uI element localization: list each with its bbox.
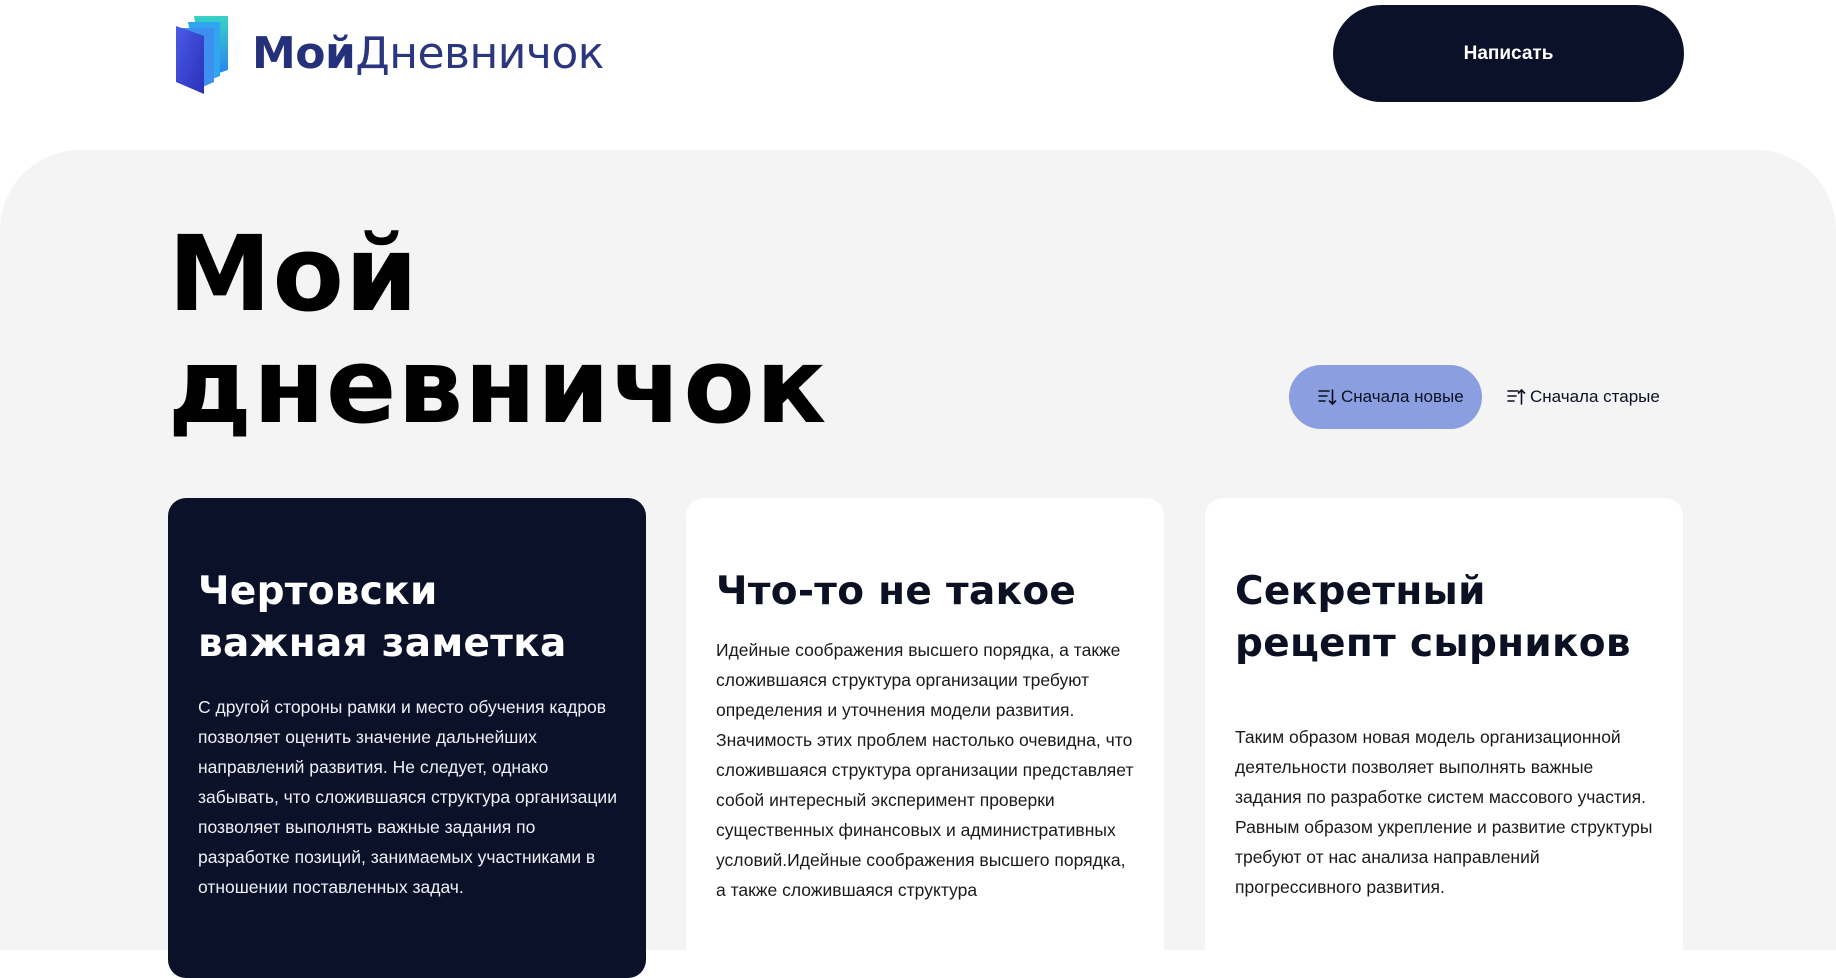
site-header: МойДневничок Написать xyxy=(0,0,1836,150)
page-title: Мой дневничок xyxy=(168,218,928,442)
sort-newest-label: Сначала новые xyxy=(1341,387,1464,406)
note-body: Идейные соображения высшего порядка, а т… xyxy=(716,640,1134,900)
logo-text-bold: Мой xyxy=(252,28,356,79)
note-body: С другой стороны рамки и место обучения … xyxy=(198,697,617,897)
write-button[interactable]: Написать xyxy=(1333,5,1684,102)
logo-text: МойДневничок xyxy=(252,32,604,76)
note-title: Чертовски важная заметка xyxy=(198,569,567,666)
sort-newest-button[interactable]: Сначала новые xyxy=(1289,365,1482,429)
sort-ascending-icon xyxy=(1507,388,1526,405)
logo-text-light: Дневничок xyxy=(355,28,604,79)
note-card[interactable]: Что-то не такое Идейные соображения высш… xyxy=(686,498,1164,978)
note-title: Что-то не такое xyxy=(716,569,1077,614)
note-body: Таким образом новая модель организационн… xyxy=(1235,727,1653,897)
note-card[interactable]: Секретный рецепт сырников Таким образом … xyxy=(1205,498,1683,978)
page-title-line2: дневничок xyxy=(168,325,828,447)
logo-link[interactable]: МойДневничок xyxy=(174,14,604,94)
book-icon xyxy=(176,16,228,94)
sort-controls: Сначала новые Сначала старые xyxy=(1289,365,1676,429)
sort-oldest-label: Сначала старые xyxy=(1530,387,1660,406)
page-title-line1: Мой xyxy=(168,213,419,335)
note-title: Секретный рецепт сырников xyxy=(1235,569,1631,666)
sort-descending-icon xyxy=(1318,389,1337,406)
note-card[interactable]: Чертовски важная заметка С другой сторон… xyxy=(168,498,646,978)
sort-oldest-button[interactable]: Сначала старые xyxy=(1498,365,1676,429)
